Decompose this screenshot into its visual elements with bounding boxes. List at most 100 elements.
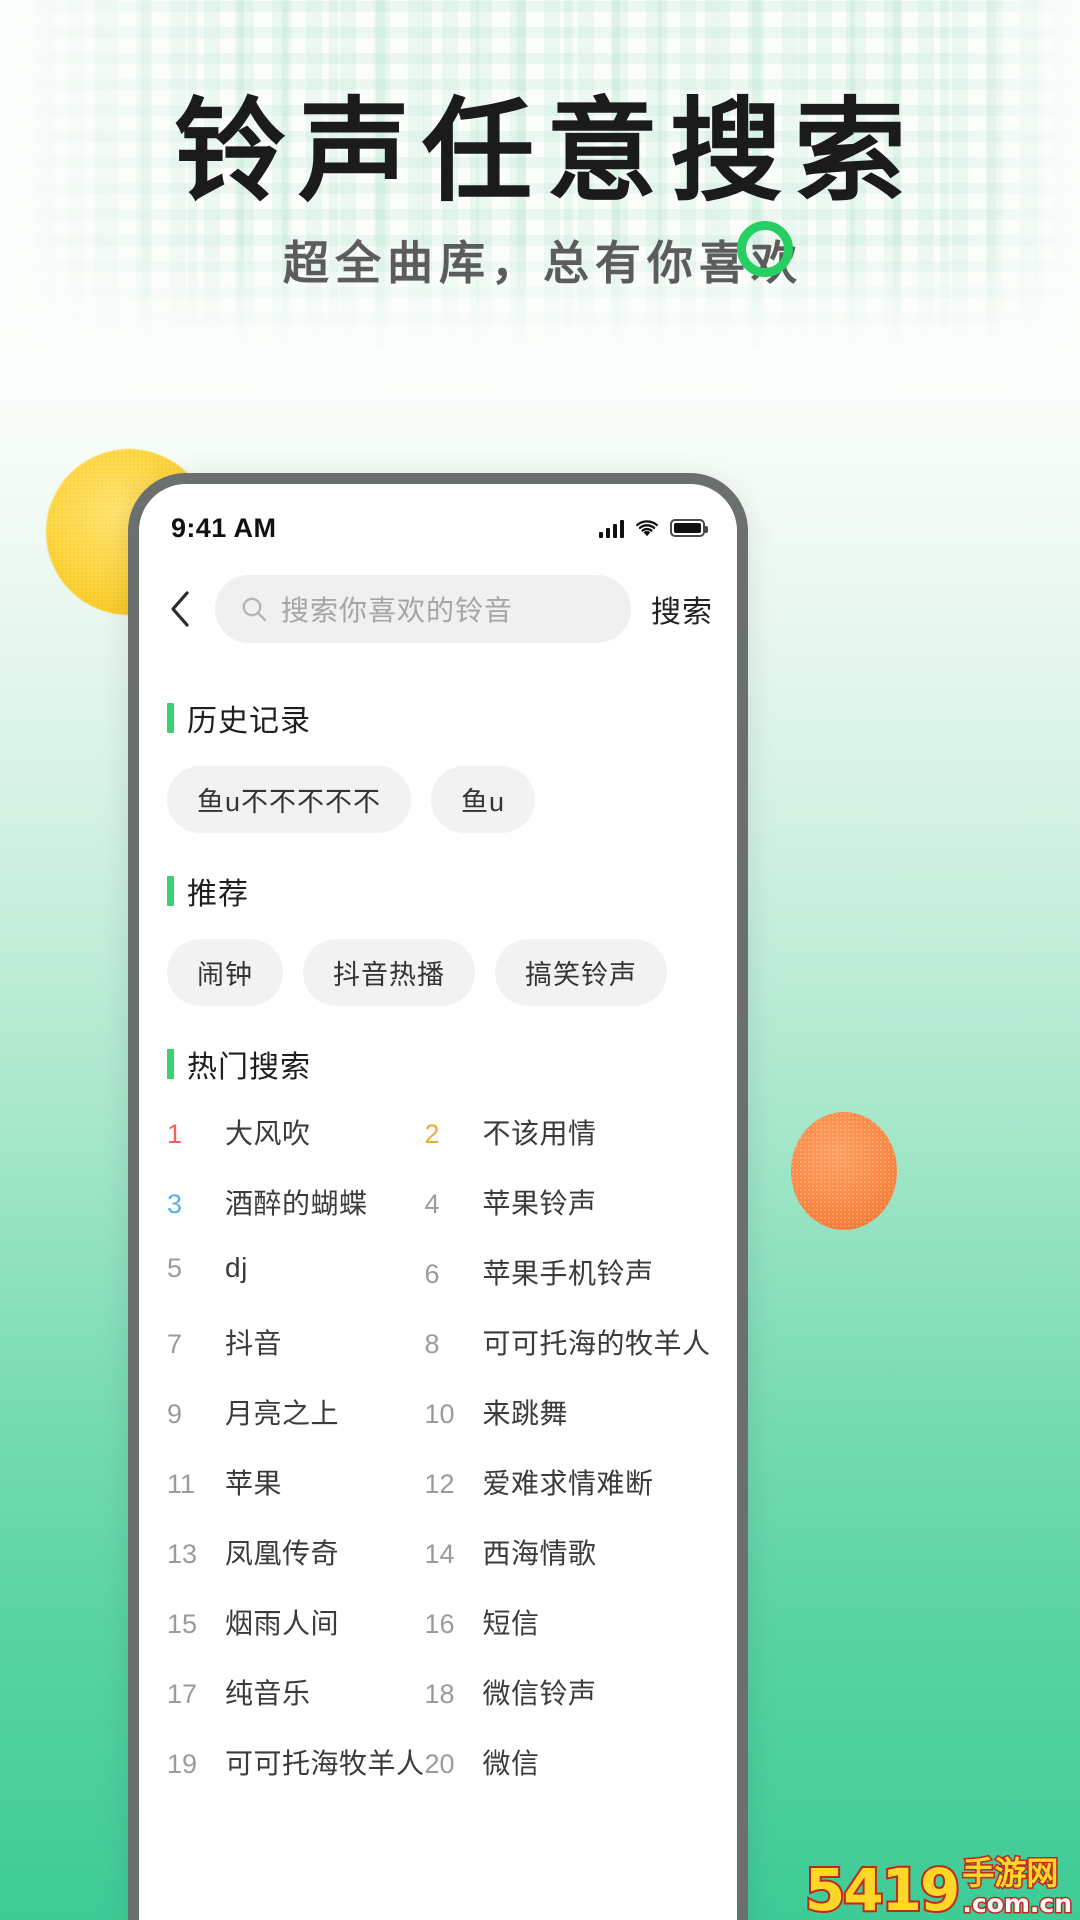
- wifi-icon: [635, 519, 659, 538]
- hot-search-name: 纯音乐: [225, 1678, 311, 1709]
- hot-search-rank: 11: [167, 1469, 196, 1499]
- hot-search-rank: 5: [167, 1253, 183, 1283]
- section-header-recommend: 推荐: [167, 869, 709, 913]
- hot-search-item[interactable]: 2 不该用情: [425, 1112, 711, 1182]
- hot-search-name: 微信铃声: [482, 1678, 597, 1709]
- hot-search-name: 来跳舞: [482, 1398, 569, 1429]
- hot-search-rank: 9: [167, 1399, 183, 1429]
- chevron-left-icon: [171, 591, 189, 627]
- watermark-number: 5419: [803, 1855, 962, 1920]
- orange-circle-decoration: [791, 1112, 897, 1230]
- history-tag-list: 鱼u不不不不不 鱼u: [167, 766, 709, 833]
- hot-search-name: 微信: [482, 1748, 540, 1779]
- section-title-history: 历史记录: [187, 705, 311, 738]
- hot-search-item[interactable]: 14 西海情歌: [425, 1532, 711, 1602]
- hot-search-rank: 10: [424, 1399, 455, 1429]
- hot-search-rank: 17: [167, 1679, 198, 1709]
- section-accent-bar: [167, 703, 174, 733]
- hot-search-rank: 2: [424, 1119, 440, 1149]
- hot-search-name: 月亮之上: [225, 1398, 340, 1429]
- hot-search-item[interactable]: 15 烟雨人间: [167, 1602, 425, 1672]
- hot-search-name: 爱难求情难断: [482, 1468, 654, 1499]
- watermark-domain: .com.cn: [961, 1889, 1074, 1918]
- hot-search-item[interactable]: 7 抖音: [167, 1322, 425, 1392]
- status-bar-icons: [598, 519, 708, 538]
- hot-search-item[interactable]: 6 苹果手机铃声: [425, 1252, 711, 1322]
- history-tag[interactable]: 鱼u不不不不不: [167, 766, 412, 833]
- status-bar-time: 9:41 AM: [171, 512, 277, 543]
- hot-search-item[interactable]: 12 爱难求情难断: [425, 1462, 711, 1532]
- battery-full-icon: [670, 519, 708, 537]
- back-button[interactable]: [159, 583, 201, 635]
- hot-search-item[interactable]: 16 短信: [425, 1602, 711, 1672]
- hot-search-name: 可可托海的牧羊人: [482, 1328, 711, 1359]
- hot-search-rank: 18: [424, 1679, 455, 1709]
- hot-search-item[interactable]: 5 dj: [167, 1252, 425, 1322]
- hot-search-item[interactable]: 9 月亮之上: [167, 1392, 425, 1462]
- hot-search-rank: 14: [424, 1539, 455, 1569]
- phone-screen: 9:41 AM 搜索你喜欢的铃音 搜索 历史记录 鱼u不不不不不 鱼u 推荐 闹…: [139, 484, 737, 1920]
- hot-search-item[interactable]: 1 大风吹: [167, 1112, 425, 1182]
- search-icon: [242, 597, 267, 621]
- section-header-hot-search: 热门搜索: [167, 1042, 709, 1086]
- site-watermark: 5419 手游网 .com.cn: [803, 1854, 1074, 1920]
- hot-search-name: 大风吹: [225, 1118, 311, 1149]
- section-accent-bar: [167, 1049, 174, 1079]
- hot-search-rank: 19: [167, 1749, 198, 1779]
- hot-search-name: 西海情歌: [482, 1538, 597, 1569]
- hot-search-rank: 20: [424, 1749, 455, 1779]
- recommend-tag-list: 闹钟 抖音热播 搞笑铃声: [167, 939, 709, 1006]
- hot-search-item[interactable]: 13 凤凰传奇: [167, 1532, 425, 1602]
- hot-search-rank: 3: [167, 1189, 183, 1219]
- search-page-content: 历史记录 鱼u不不不不不 鱼u 推荐 闹钟 抖音热播 搞笑铃声 热门搜索 1 大…: [139, 660, 737, 1920]
- watermark-cn-text: 手游网: [961, 1854, 1060, 1892]
- page-root: 铃声任意搜索 超全曲库，总有你喜欢 9:41 AM 搜索你喜欢的铃音 搜索 历史…: [0, 0, 1080, 1920]
- hot-search-item[interactable]: 10 来跳舞: [425, 1392, 711, 1462]
- hot-search-item[interactable]: 17 纯音乐: [167, 1672, 425, 1742]
- hot-search-name: 凤凰传奇: [225, 1538, 340, 1569]
- hot-search-name: 烟雨人间: [225, 1608, 340, 1639]
- hot-search-name: 短信: [482, 1608, 540, 1639]
- hero-title: 铃声任意搜索: [174, 87, 918, 217]
- hot-search-item[interactable]: 19 可可托海牧羊人: [167, 1742, 425, 1812]
- hot-search-name: 酒醉的蝴蝶: [225, 1188, 368, 1219]
- hot-search-rank: 12: [424, 1469, 455, 1499]
- section-header-history: 历史记录: [167, 696, 709, 740]
- hot-search-item[interactable]: 11 苹果: [167, 1462, 425, 1532]
- hot-search-name: 抖音: [225, 1328, 283, 1359]
- signal-bars-icon: [598, 519, 624, 538]
- hot-search-rank: 6: [424, 1259, 440, 1289]
- hot-search-rank: 8: [424, 1329, 440, 1359]
- recommend-tag[interactable]: 闹钟: [167, 939, 283, 1006]
- section-accent-bar: [167, 876, 174, 906]
- hot-search-item[interactable]: 20 微信: [425, 1742, 711, 1812]
- hero-subtitle: 超全曲库，总有你喜欢: [283, 237, 803, 289]
- hot-search-list: 1 大风吹 2 不该用情 3 酒醉的蝴蝶 4 苹果铃声 5 dj 6 苹果手机铃声 7 抖音 8 可可托海的牧…: [167, 1112, 711, 1812]
- history-tag[interactable]: 鱼u: [431, 766, 536, 833]
- recommend-tag[interactable]: 抖音热播: [303, 939, 475, 1006]
- hot-search-item[interactable]: 3 酒醉的蝴蝶: [167, 1182, 425, 1252]
- hot-search-item[interactable]: 18 微信铃声: [425, 1672, 711, 1742]
- hot-search-item[interactable]: 4 苹果铃声: [425, 1182, 711, 1252]
- hot-search-rank: 13: [167, 1539, 198, 1569]
- hot-search-rank: 7: [167, 1329, 183, 1359]
- search-input-placeholder: 搜索你喜欢的铃音: [281, 595, 514, 626]
- hot-search-name: 不该用情: [482, 1118, 597, 1149]
- hot-search-name: 苹果铃声: [482, 1188, 597, 1219]
- hot-search-name: 苹果手机铃声: [482, 1258, 654, 1289]
- hot-search-name: dj: [225, 1252, 248, 1283]
- hot-search-rank: 1: [167, 1119, 183, 1149]
- search-input[interactable]: 搜索你喜欢的铃音: [215, 575, 631, 643]
- hot-search-item[interactable]: 8 可可托海的牧羊人: [425, 1322, 711, 1392]
- hot-search-rank: 16: [424, 1609, 455, 1639]
- hero-banner: 铃声任意搜索 超全曲库，总有你喜欢: [0, 0, 1080, 350]
- status-bar: 9:41 AM: [139, 484, 737, 554]
- search-submit-button[interactable]: 搜索: [645, 587, 713, 631]
- phone-mockup: 9:41 AM 搜索你喜欢的铃音 搜索 历史记录 鱼u不不不不不 鱼u 推荐 闹…: [128, 473, 748, 1920]
- section-title-recommend: 推荐: [187, 878, 249, 911]
- recommend-tag[interactable]: 搞笑铃声: [495, 939, 667, 1006]
- hot-search-name: 苹果: [225, 1468, 283, 1499]
- hot-search-name: 可可托海牧羊人: [225, 1748, 425, 1779]
- hot-search-rank: 4: [424, 1189, 440, 1219]
- watermark-text-group: 手游网 .com.cn: [961, 1854, 1074, 1918]
